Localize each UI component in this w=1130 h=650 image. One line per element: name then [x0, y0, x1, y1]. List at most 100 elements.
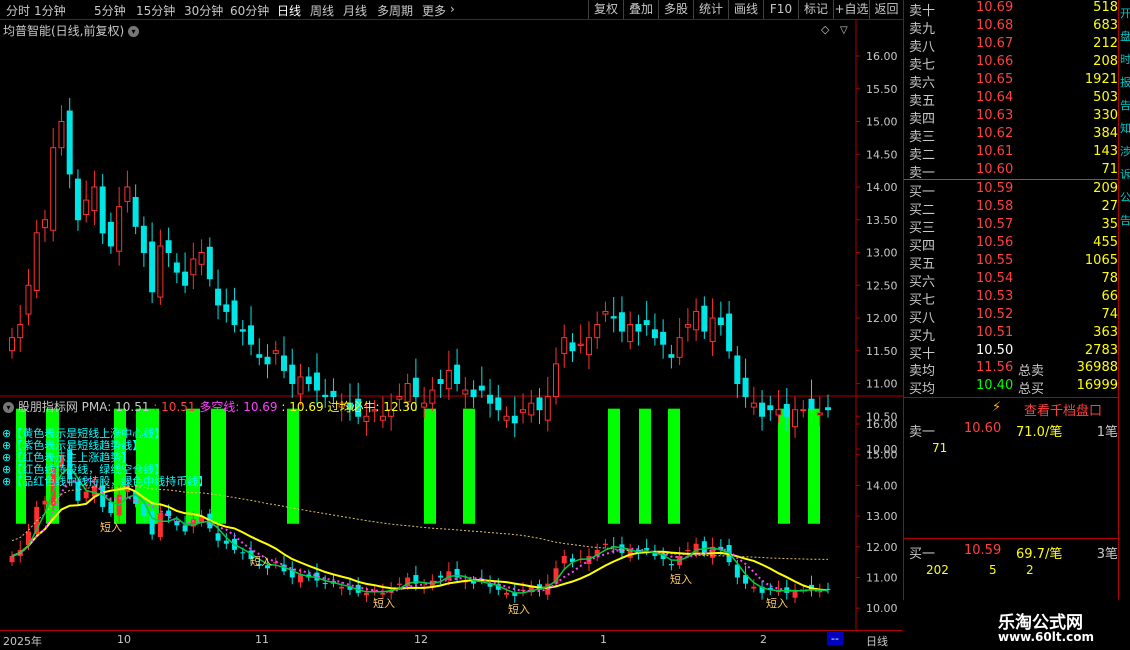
- sell-level-row[interactable]: 卖二 10.61 143: [906, 144, 1118, 163]
- y-tick-label: 15.00: [866, 116, 898, 129]
- main-chart-title: 均普智能(日线,前复权) ▾: [3, 22, 140, 39]
- y-tick-label: 16.00: [866, 50, 898, 63]
- ind-candle: [561, 556, 567, 564]
- book-divider: [904, 179, 1118, 180]
- candle: [157, 245, 164, 298]
- buy1-order-1: 202: [926, 563, 949, 577]
- legend-line-1: ⊕【黄色表示是短线上涨中心线】: [2, 427, 166, 440]
- signal-bar: [287, 408, 299, 524]
- sell-level-row[interactable]: 卖一 10.60 71: [906, 162, 1118, 181]
- candle: [553, 363, 559, 398]
- candle: [330, 390, 337, 398]
- candle: [717, 317, 724, 326]
- candle: [783, 403, 790, 417]
- y-tick-label: 14.00: [866, 181, 898, 194]
- buy-level-row[interactable]: 买九 10.51 363: [906, 325, 1118, 344]
- y-tick-label: 12.50: [866, 279, 898, 292]
- order-book-panel: 卖十 10.69 518 卖九 10.68 683 卖八 10.67 212 卖七 10.66 208…: [903, 0, 1130, 650]
- candle: [437, 379, 444, 385]
- y-tick-label: 13.00: [866, 247, 898, 260]
- ind-candle: [685, 549, 691, 552]
- ind-candle: [182, 525, 188, 532]
- candle: [182, 271, 189, 286]
- buy-level-row[interactable]: 买八 10.52 74: [906, 307, 1118, 326]
- date-axis: 2025年 10 11 12 1 2 -- 日线: [0, 630, 903, 650]
- indicator-dropdown-icon[interactable]: ▾: [3, 402, 14, 413]
- buy-level-row[interactable]: 买六 10.54 78: [906, 271, 1118, 290]
- depth-sell1-row: 卖一 10.60 71.0/笔 1笔: [909, 421, 1118, 440]
- depth-button[interactable]: 查看千档盘口: [1024, 400, 1102, 419]
- chevron-down-icon: ▽: [840, 25, 848, 36]
- signal-bar: [424, 408, 436, 524]
- watermark: 乐淘公式网 www.60lt.com: [903, 600, 1130, 650]
- sell-level-row[interactable]: 卖八 10.67 212: [906, 36, 1118, 55]
- candle: [124, 186, 131, 202]
- candle: [503, 415, 510, 421]
- candle: [165, 240, 172, 254]
- signal-bar: [186, 408, 200, 524]
- sell-level-row[interactable]: 卖九 10.68 683: [906, 18, 1118, 37]
- candle: [206, 246, 213, 280]
- ind-candle: [240, 552, 246, 554]
- side-text-char: 告: [1120, 214, 1130, 227]
- candle: [709, 317, 716, 343]
- candle: [668, 354, 675, 358]
- side-text-char: 告: [1120, 99, 1130, 112]
- signal-bar: [463, 408, 475, 524]
- sell-level-row[interactable]: 卖四 10.63 330: [906, 108, 1118, 127]
- signal-bar: [778, 408, 790, 524]
- candle: [734, 355, 741, 384]
- short-entry-label: 短入: [766, 596, 788, 610]
- candle: [412, 377, 419, 398]
- candle: [231, 300, 238, 326]
- signal-bar: [639, 408, 651, 524]
- candle: [445, 369, 452, 390]
- candle: [643, 320, 650, 326]
- sell1-order: 71: [932, 441, 948, 455]
- ind-tick-label: 10.00: [866, 602, 898, 615]
- candle: [33, 232, 40, 291]
- candle: [25, 284, 32, 315]
- candle: [635, 324, 642, 332]
- candle: [478, 385, 485, 391]
- ind-candle: [363, 592, 369, 596]
- dkx-value: 多空线: 10.69: [199, 400, 278, 414]
- dropdown-icon[interactable]: ▾: [128, 26, 140, 37]
- buy-level-row[interactable]: 买二 10.58 27: [906, 199, 1118, 218]
- date-label-11: 11: [255, 633, 269, 646]
- candle: [74, 178, 81, 221]
- buy-level-row[interactable]: 买七 10.53 66: [906, 289, 1118, 308]
- candle: [594, 324, 601, 339]
- y-tick-label: 14.50: [866, 148, 898, 161]
- ind-tick-label: 14.00: [866, 479, 898, 492]
- signal-bar: [211, 408, 226, 524]
- candle: [569, 342, 576, 352]
- legend-line-3: ⊕【红色表示主上涨趋势】: [2, 451, 133, 464]
- side-text-char: 涉: [1120, 145, 1130, 158]
- ind-tick-label: 15.00: [866, 449, 898, 462]
- kline-chart[interactable]: 16.00 15.50 15.00 14.50 14.00 13.50 13.00 12.50…: [0, 0, 903, 630]
- buy-level-row[interactable]: 买五 10.55 1065: [906, 253, 1118, 272]
- sell-level-row[interactable]: 卖十 10.69 518: [906, 0, 1118, 19]
- side-news-strip[interactable]: 开盘时报告知涉诉公告: [1118, 0, 1130, 600]
- short-entry-label: 短入: [100, 520, 122, 534]
- ind-candle: [339, 586, 345, 589]
- buy-level-row[interactable]: 买十 10.50 2783: [906, 343, 1118, 362]
- buy-level-row[interactable]: 买四 10.56 455: [906, 235, 1118, 254]
- period-mode-label[interactable]: 日线: [866, 633, 888, 649]
- scroll-indicator[interactable]: --: [827, 632, 843, 645]
- sell-level-row[interactable]: 卖三 10.62 384: [906, 126, 1118, 145]
- candle: [577, 343, 584, 347]
- sell-level-row[interactable]: 卖六 10.65 1921: [906, 72, 1118, 91]
- diamond-icon: ◇: [821, 23, 830, 36]
- pma-value: PMA: 10.51: [81, 400, 150, 414]
- candle: [190, 258, 197, 276]
- depth-buy1-row: 买一 10.59 69.7/笔 3笔: [909, 543, 1118, 562]
- candle: [800, 409, 807, 412]
- buy-level-row[interactable]: 买一 10.59 209: [906, 181, 1118, 200]
- sell-level-row[interactable]: 卖七 10.66 208: [906, 54, 1118, 73]
- side-text-char: 开: [1120, 7, 1130, 20]
- sell-level-row[interactable]: 卖五 10.64 503: [906, 90, 1118, 109]
- buy-level-row[interactable]: 买三 10.57 35: [906, 217, 1118, 236]
- candle: [66, 110, 73, 175]
